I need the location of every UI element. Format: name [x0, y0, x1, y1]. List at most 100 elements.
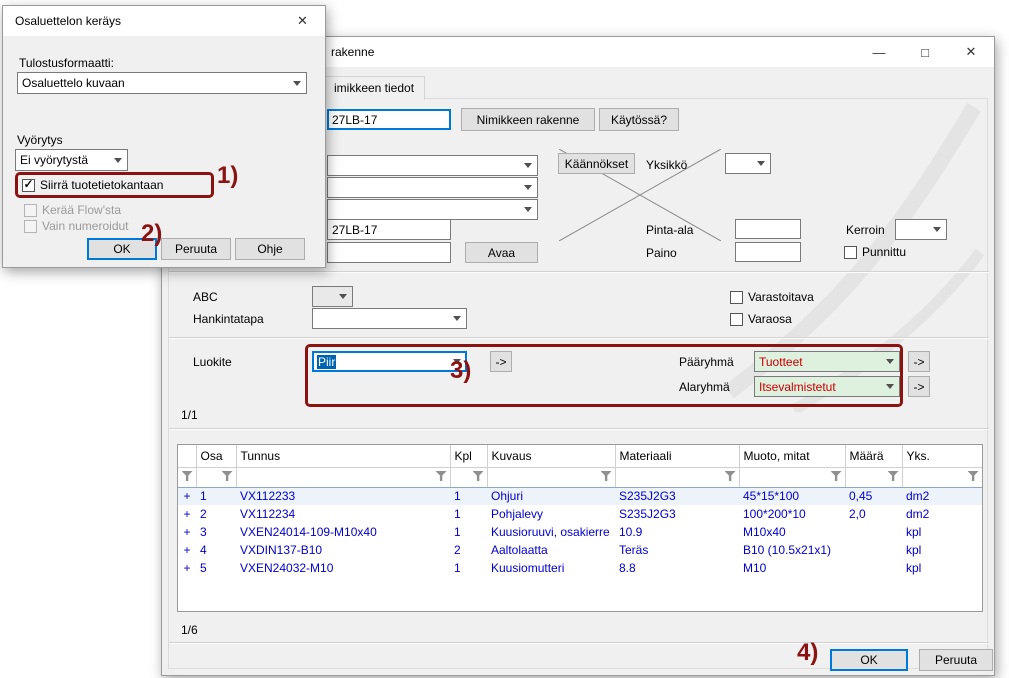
close-icon[interactable]: ✕ [280, 6, 325, 36]
in-use-button[interactable]: Käytössä? [599, 108, 679, 131]
description-combo-3[interactable] [327, 199, 538, 220]
column-header[interactable]: Osa [196, 445, 236, 467]
tab-item-details[interactable]: imikkeen tiedot [323, 76, 425, 100]
maximize-icon[interactable]: □ [902, 37, 948, 67]
assign-sub-group-button[interactable]: -> [908, 376, 930, 397]
item-code-field[interactable] [327, 109, 451, 130]
checkbox-box[interactable] [730, 313, 743, 326]
filter-cell[interactable] [178, 467, 196, 487]
checkbox-box [24, 220, 37, 233]
description-combo-2[interactable] [327, 177, 538, 198]
filter-cell[interactable] [450, 467, 487, 487]
chevron-down-icon [293, 81, 301, 86]
ok-button[interactable]: OK [830, 649, 908, 671]
filter-funnel-icon[interactable] [968, 471, 979, 481]
titlebar[interactable]: Osaluettelon keräys ✕ [3, 6, 325, 36]
procurement-combo[interactable] [312, 308, 467, 329]
filter-cell[interactable] [196, 467, 236, 487]
weighed-checkbox[interactable]: Punnittu [844, 244, 906, 260]
description-combo-1[interactable] [327, 155, 538, 176]
column-header[interactable]: Määrä [845, 445, 902, 467]
table-cell: M10x40 [739, 523, 845, 541]
table-row[interactable]: +3VXEN24014-109-M10x401Kuusioruuvi, osak… [178, 523, 982, 541]
expand-cell[interactable]: + [178, 487, 196, 505]
help-button[interactable]: Ohje [235, 238, 305, 260]
print-format-label: Tulostusformaatti: [19, 56, 114, 70]
filter-funnel-icon[interactable] [601, 471, 612, 481]
factor-combo[interactable] [895, 219, 947, 240]
filter-funnel-icon[interactable] [182, 471, 193, 481]
table-cell: Teräs [615, 541, 739, 559]
filter-funnel-icon[interactable] [831, 471, 842, 481]
assign-classification-button[interactable]: -> [490, 351, 512, 372]
classification-combo[interactable]: Piir [312, 351, 467, 372]
item-structure-button[interactable]: Nimikkeen rakenne [461, 108, 595, 131]
filter-funnel-icon[interactable] [222, 471, 233, 481]
filter-funnel-icon[interactable] [725, 471, 736, 481]
filter-cell[interactable] [902, 467, 982, 487]
minimize-icon[interactable]: — [856, 37, 902, 67]
spare-part-checkbox[interactable]: Varaosa [730, 311, 792, 327]
filter-cell[interactable] [487, 467, 615, 487]
cancel-button[interactable]: Peruuta [161, 238, 231, 260]
checkbox-box[interactable]: ✓ [22, 179, 35, 192]
open-button[interactable]: Avaa [465, 242, 538, 263]
cancel-button[interactable]: Peruuta [919, 649, 993, 671]
column-header[interactable]: Kuvaus [487, 445, 615, 467]
table-row[interactable]: +5VXEN24032-M101Kuusiomutteri8.8M10kpl [178, 559, 982, 577]
sub-group-combo[interactable]: Itsevalmistetut [754, 376, 900, 397]
translations-button[interactable]: Käännökset [558, 153, 635, 174]
classification-value: Piir [317, 355, 336, 369]
unit-combo[interactable] [725, 153, 771, 174]
rollup-label: Vyörytys [17, 133, 63, 147]
spare-part-label: Varaosa [748, 312, 792, 326]
filter-funnel-icon[interactable] [436, 471, 447, 481]
transfer-to-product-db-checkbox[interactable]: ✓ Siirrä tuotetietokantaan [22, 177, 163, 193]
window-controls: ✕ [280, 6, 325, 36]
filter-cell[interactable] [739, 467, 845, 487]
filter-row [178, 467, 982, 487]
column-header[interactable]: Kpl [450, 445, 487, 467]
column-header[interactable] [178, 445, 196, 467]
filter-funnel-icon[interactable] [473, 471, 484, 481]
filter-cell[interactable] [845, 467, 902, 487]
drawing-code-field[interactable] [327, 219, 451, 240]
transfer-label: Siirrä tuotetietokantaan [40, 178, 163, 192]
checkmark-icon: ✓ [23, 178, 33, 190]
abc-combo[interactable] [312, 286, 353, 307]
column-header[interactable]: Muoto, mitat [739, 445, 845, 467]
column-header[interactable]: Tunnus [236, 445, 450, 467]
print-format-combo[interactable]: Osaluettelo kuvaan [17, 72, 307, 94]
expand-cell[interactable]: + [178, 541, 196, 559]
filter-cell[interactable] [236, 467, 450, 487]
table-cell [845, 559, 902, 577]
expand-cell[interactable]: + [178, 523, 196, 541]
table-cell: 100*200*10 [739, 505, 845, 523]
document-field[interactable] [327, 242, 451, 263]
column-header[interactable]: Yks. [902, 445, 982, 467]
table-row[interactable]: +2VX1122341PohjalevyS235J2G3100*200*102,… [178, 505, 982, 523]
table-cell: dm2 [902, 505, 982, 523]
table-row[interactable]: +1VX1122331OhjuriS235J2G345*15*1000,45dm… [178, 487, 982, 505]
checkbox-box[interactable] [730, 291, 743, 304]
stockable-checkbox[interactable]: Varastoitava [730, 289, 814, 305]
table-cell: 2,0 [845, 505, 902, 523]
checkbox-box[interactable] [844, 246, 857, 259]
main-group-combo[interactable]: Tuotteet [754, 351, 900, 372]
rollup-combo[interactable]: Ei vyörytystä [15, 149, 128, 171]
expand-cell[interactable]: + [178, 559, 196, 577]
column-header[interactable]: Materiaali [615, 445, 739, 467]
weight-field[interactable] [735, 242, 801, 262]
table-row[interactable]: +4VXDIN137-B102AaltolaattaTeräsB10 (10.5… [178, 541, 982, 559]
chevron-down-icon [886, 359, 894, 364]
area-field[interactable] [735, 219, 801, 239]
record-counter: 1/1 [181, 408, 198, 422]
table-cell: 1 [450, 505, 487, 523]
chevron-down-icon [524, 207, 532, 212]
expand-cell[interactable]: + [178, 505, 196, 523]
table-cell: 45*15*100 [739, 487, 845, 505]
filter-funnel-icon[interactable] [888, 471, 899, 481]
filter-cell[interactable] [615, 467, 739, 487]
assign-main-group-button[interactable]: -> [908, 351, 930, 372]
close-icon[interactable]: ✕ [948, 37, 994, 67]
